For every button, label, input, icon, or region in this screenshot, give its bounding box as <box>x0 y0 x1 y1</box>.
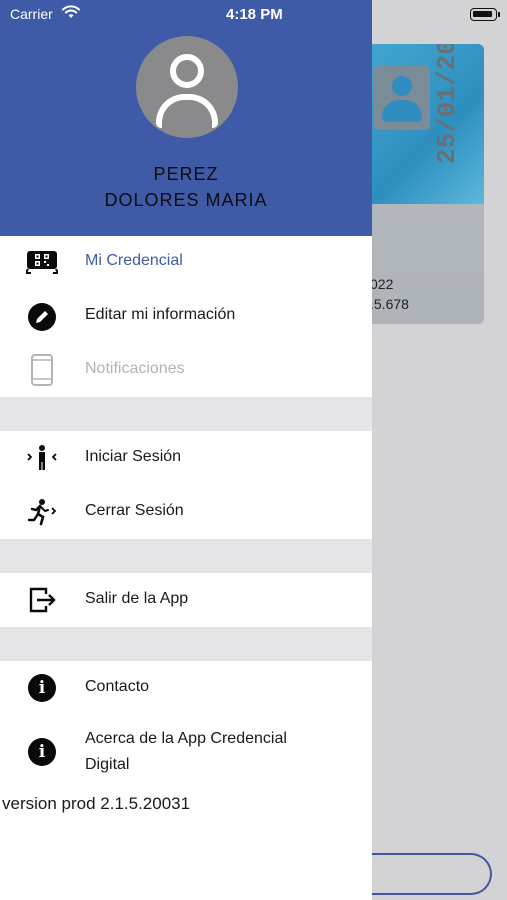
exit-app-icon <box>29 587 56 613</box>
logout-running-icon <box>27 499 57 526</box>
menu-label: Notificaciones <box>85 360 185 377</box>
user-last-name: PEREZ <box>153 164 219 184</box>
menu-item-editar-informacion[interactable]: Editar mi información <box>0 290 372 342</box>
background-button[interactable] <box>372 853 492 895</box>
user-first-name: DOLORES MARIA <box>104 190 268 210</box>
menu-label: Mi Credencial <box>85 252 183 269</box>
version-label: version prod 2.1.5.20031 <box>2 794 191 813</box>
menu-item-contacto[interactable]: i Contacto <box>0 662 372 714</box>
menu-label: Salir de la App <box>85 590 189 607</box>
menu-item-acerca-de[interactable]: i Acerca de la App Credencial Digital <box>0 722 372 782</box>
section-divider <box>0 539 372 573</box>
carrier-label: Carrier <box>10 6 53 22</box>
credential-card[interactable]: 25/01/2021 022 .5.678 <box>360 44 484 324</box>
section-divider <box>0 397 372 431</box>
menu-label-line-2: Digital <box>85 756 130 773</box>
menu-label: Cerrar Sesión <box>85 502 184 519</box>
menu-label: Contacto <box>85 678 150 695</box>
menu-item-cerrar-sesion[interactable]: Cerrar Sesión <box>0 486 372 538</box>
menu-item-iniciar-sesion[interactable]: Iniciar Sesión <box>0 432 372 484</box>
qr-card-icon <box>26 251 58 274</box>
wifi-icon <box>62 5 80 18</box>
status-bar: Carrier 4:18 PM <box>0 0 372 28</box>
menu-label-line-1: Acerca de la App Credencial <box>85 730 287 747</box>
phone-icon <box>31 354 53 386</box>
avatar[interactable] <box>136 36 238 138</box>
battery-icon <box>470 8 500 21</box>
card-date: 25/01/2021 <box>432 44 462 164</box>
clock-time: 4:18 PM <box>226 6 283 23</box>
side-drawer: Carrier 4:18 PM PEREZ DOLORES MARIA Mi C… <box>0 0 372 900</box>
menu-item-notificaciones[interactable]: Notificaciones <box>0 344 372 396</box>
menu-label: Iniciar Sesión <box>85 448 182 465</box>
menu-label: Editar mi información <box>85 306 236 323</box>
section-divider <box>0 627 372 661</box>
edit-pencil-icon <box>28 303 56 331</box>
drawer-header: Carrier 4:18 PM PEREZ DOLORES MARIA <box>0 0 372 236</box>
menu-item-mi-credencial[interactable]: Mi Credencial <box>0 236 372 288</box>
info-icon: i <box>28 674 56 702</box>
login-person-icon <box>27 445 57 470</box>
card-line-1: 022 <box>370 276 394 292</box>
info-icon: i <box>28 738 56 766</box>
card-photo <box>374 66 430 130</box>
menu-item-salir-app[interactable]: Salir de la App <box>0 574 372 626</box>
card-line-2: .5.678 <box>370 296 409 312</box>
